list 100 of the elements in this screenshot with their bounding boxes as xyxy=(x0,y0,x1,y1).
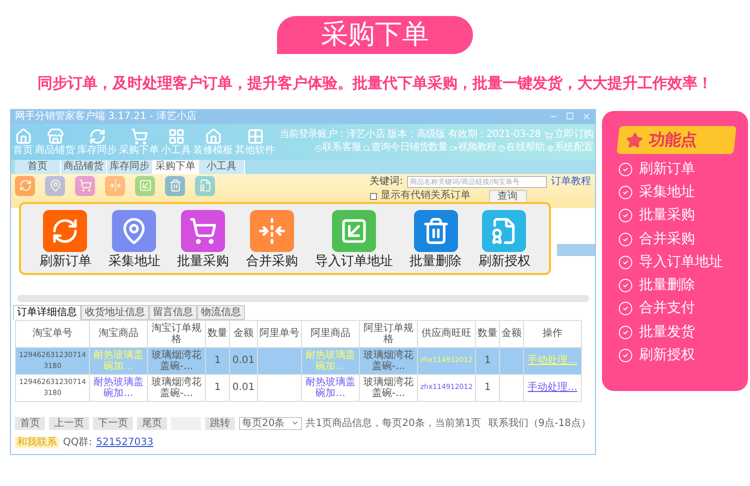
refresh-tile-icon xyxy=(15,176,35,196)
detail-tab[interactable]: 留言信息 xyxy=(149,304,197,320)
column-header: 阿里商品 xyxy=(302,320,360,347)
table-cell: 耐热玻璃盖碗加... xyxy=(302,347,360,374)
action-button[interactable]: 批量采购 xyxy=(177,210,230,268)
detail-tab[interactable]: 收货地址信息 xyxy=(81,304,149,320)
tab[interactable]: 首页 xyxy=(15,160,61,174)
clock-icon xyxy=(314,144,322,152)
pager-button[interactable]: 上一页 xyxy=(49,416,89,430)
feature-item: 批量发货 xyxy=(639,322,695,342)
column-header: 数量 xyxy=(476,320,500,347)
import-icon xyxy=(332,210,376,252)
feature-item: 批量采购 xyxy=(639,206,695,226)
map-pin-tile-icon xyxy=(45,176,65,196)
grid-icon xyxy=(246,128,264,144)
cart-tile-icon xyxy=(75,176,95,196)
column-header: 淘宝单号 xyxy=(16,320,90,347)
check-icon xyxy=(618,301,633,316)
table-cell: 0.01 xyxy=(230,374,258,401)
video-icon xyxy=(450,144,457,152)
page-title: 采购下单 xyxy=(277,16,473,54)
window-title: 网手分销管家客户端 3.17.21 - 泽艺小店 xyxy=(15,112,196,122)
contact-text: 联系我们（9点-18点） xyxy=(488,416,591,430)
feature-item: 刷新订单 xyxy=(639,160,695,179)
star-icon xyxy=(625,131,644,148)
checkbox[interactable] xyxy=(370,192,377,200)
action-button[interactable]: 刷新授权 xyxy=(478,210,530,268)
close-icon[interactable] xyxy=(582,112,591,121)
column-header: 供应商旺旺 xyxy=(418,320,476,347)
check-icon xyxy=(618,278,633,294)
certificate-tile-icon xyxy=(195,176,215,196)
pager-button[interactable]: 首页 xyxy=(15,416,45,430)
action-button[interactable]: 合并采购 xyxy=(246,210,298,268)
table-cell: 耐热玻璃盖碗加... xyxy=(302,374,360,401)
qq-label: QQ群: xyxy=(63,436,92,450)
tab[interactable]: 采购下单 xyxy=(153,160,199,174)
action-button[interactable]: 刷新订单 xyxy=(39,210,92,268)
column-header: 阿里订单规格 xyxy=(360,320,418,347)
check-icon xyxy=(618,208,633,224)
action-button[interactable]: 批量删除 xyxy=(410,210,462,268)
tutorial-link[interactable]: 订单教程 xyxy=(551,176,591,186)
feature-item: 刷新授权 xyxy=(639,346,695,366)
feature-item: 合并支付 xyxy=(639,299,695,318)
trash-icon xyxy=(414,210,458,252)
subtitle: 同步订单，及时处理客户订单，提升客户体验。批量代下单采购，批量一键发货，大大提升工作效率！ xyxy=(38,73,712,94)
table-cell: 玻璃烟湾花盖碗-... xyxy=(148,374,206,401)
pager-button[interactable]: 尾页 xyxy=(137,416,167,430)
action-button[interactable]: 采集地址 xyxy=(108,210,160,268)
house-icon xyxy=(14,128,32,144)
table-cell xyxy=(258,374,302,401)
page-info: 共1页商品信息，每页20条，当前第1页 xyxy=(306,416,482,430)
trash-tile-icon xyxy=(165,176,185,196)
table-cell: 1 xyxy=(476,347,500,374)
tab[interactable]: 库存同步 xyxy=(107,160,153,174)
table-cell: 1 xyxy=(206,347,230,374)
detail-tab[interactable]: 订单详细信息 xyxy=(13,304,81,320)
merge-icon xyxy=(250,210,294,252)
check-icon xyxy=(618,254,633,270)
tab[interactable]: 小工具 xyxy=(199,160,245,174)
action-button[interactable]: 导入订单地址 xyxy=(314,210,393,268)
table-cell: 玻璃烟湾花盖碗-... xyxy=(360,347,418,374)
search-icon xyxy=(362,144,370,152)
feature-title: 功能点 xyxy=(648,128,698,150)
merge-tile-icon xyxy=(105,176,125,196)
table-cell: 手动处理... xyxy=(524,347,582,374)
jump-button[interactable]: 跳转 xyxy=(205,416,235,430)
page-size-select[interactable]: 每页20条 xyxy=(239,416,302,430)
query-button[interactable]: 查询 xyxy=(488,190,527,202)
house-icon xyxy=(204,128,222,144)
grid-icon xyxy=(168,128,184,144)
column-header: 淘宝商品 xyxy=(90,320,148,347)
cart-icon xyxy=(130,128,148,144)
maximize-icon[interactable] xyxy=(566,112,574,120)
feature-item: 批量删除 xyxy=(639,276,695,296)
table-cell: 1 xyxy=(206,374,230,401)
feature-item: 采集地址 xyxy=(639,182,695,202)
table-cell: 玻璃烟湾花盖碗-... xyxy=(360,374,418,401)
table-cell xyxy=(258,347,302,374)
table-cell: 0.01 xyxy=(230,347,258,374)
qq-link[interactable]: 521527033 xyxy=(96,434,154,450)
table-cell xyxy=(500,347,524,374)
cart-icon xyxy=(544,130,553,140)
tab[interactable]: 商品铺货 xyxy=(61,160,107,174)
account-info: 当前登录账户：泽艺小店 版本：高级版 有效期：2021-03-28 xyxy=(279,130,541,140)
table-cell xyxy=(500,374,524,401)
feature-item: 合并采购 xyxy=(639,230,695,249)
check-icon xyxy=(618,232,633,247)
column-header: 淘宝订单规格 xyxy=(148,320,206,347)
refresh-icon xyxy=(43,210,88,252)
check-icon xyxy=(618,324,633,340)
column-header: 金额 xyxy=(500,320,524,347)
pager-button[interactable]: 下一页 xyxy=(93,416,133,430)
keyword-label: 关键词: xyxy=(370,176,403,186)
check-icon xyxy=(618,162,633,177)
table-cell: 耐热玻璃盖碗加... xyxy=(90,347,148,374)
detail-tab[interactable]: 物流信息 xyxy=(197,304,245,320)
column-header: 阿里单号 xyxy=(258,320,302,347)
table-cell: 耐热玻璃盖碗加... xyxy=(90,374,148,401)
chevron-down-icon xyxy=(290,419,299,427)
feature-item: 导入订单地址 xyxy=(639,252,723,272)
